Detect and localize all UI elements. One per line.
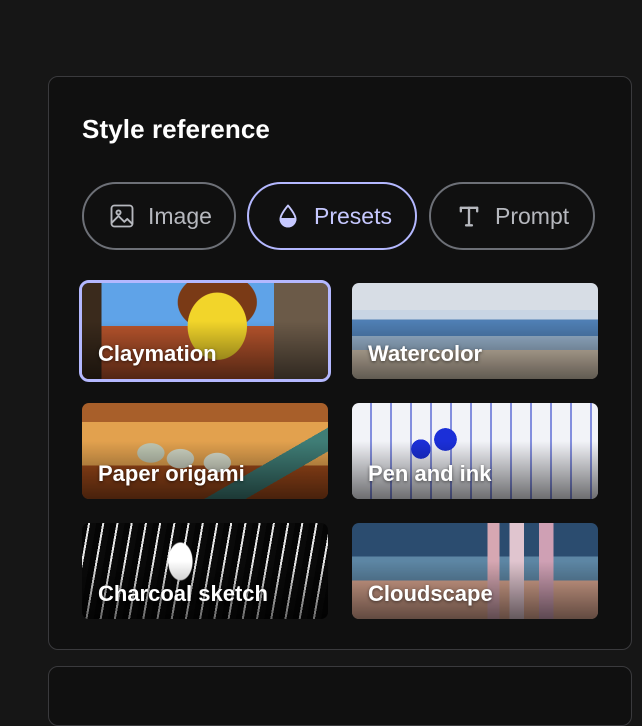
- tab-presets[interactable]: Presets: [247, 182, 417, 250]
- droplet-icon: [274, 202, 302, 230]
- tab-prompt-label: Prompt: [495, 202, 570, 229]
- preset-card-pen-and-ink[interactable]: Pen and ink: [352, 403, 598, 499]
- panel-title: Style reference: [82, 114, 270, 144]
- preset-card-claymation[interactable]: Claymation: [79, 280, 331, 382]
- preset-card-paper-origami[interactable]: Paper origami: [82, 403, 328, 499]
- tab-prompt[interactable]: Prompt: [429, 182, 595, 250]
- preset-card-charcoal-sketch[interactable]: Charcoal sketch: [82, 523, 328, 619]
- image-icon: [108, 202, 136, 230]
- preset-label: Claymation: [98, 341, 217, 366]
- style-reference-panel: Style reference Image Presets Prompt Cla…: [48, 76, 632, 650]
- text-icon: [455, 202, 483, 230]
- preset-card-cloudscape[interactable]: Cloudscape: [352, 523, 598, 619]
- preset-label: Watercolor: [368, 341, 483, 366]
- tab-presets-label: Presets: [314, 202, 392, 229]
- preset-label: Pen and ink: [368, 461, 492, 486]
- preset-label: Cloudscape: [368, 581, 493, 606]
- next-panel: [48, 666, 632, 726]
- tab-image[interactable]: Image: [82, 182, 236, 250]
- preset-card-watercolor[interactable]: Watercolor: [352, 283, 598, 379]
- preset-label: Charcoal sketch: [98, 581, 268, 606]
- preset-label: Paper origami: [98, 461, 245, 486]
- tab-image-label: Image: [148, 202, 212, 229]
